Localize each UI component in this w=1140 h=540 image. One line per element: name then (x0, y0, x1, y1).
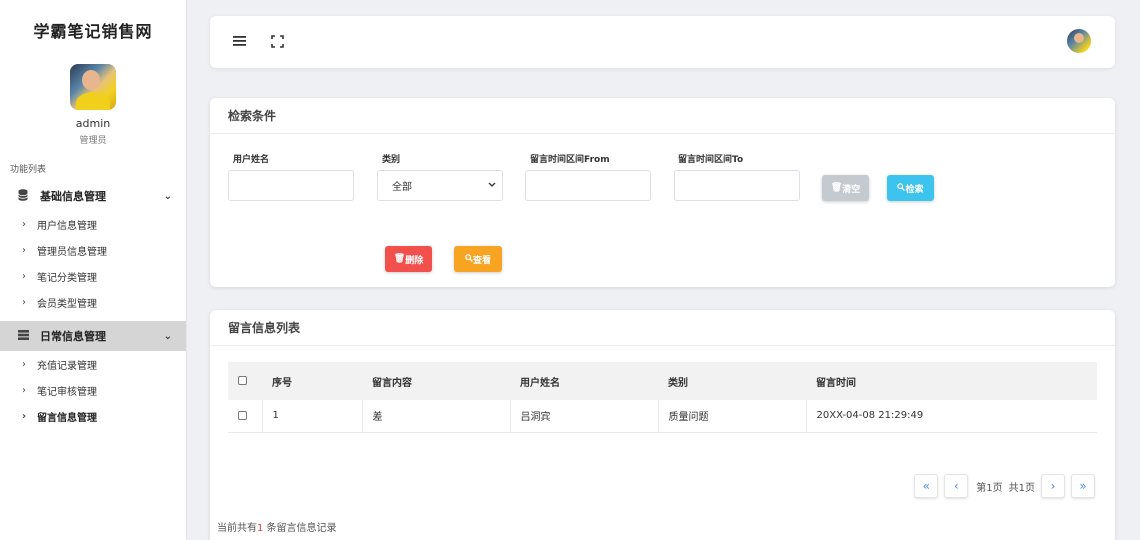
list-panel-title: 留言信息列表 (210, 310, 1115, 346)
chevron-down-icon: ⌄ (163, 330, 172, 342)
chevron-right-icon: › (22, 218, 26, 230)
row-select-cell (228, 400, 263, 433)
chevron-right-icon: › (22, 410, 27, 422)
time-from-label: 留言时间区间From (530, 155, 610, 165)
row-checkbox[interactable] (238, 410, 247, 420)
pagination: « ‹ 第1页 共1页 › » (908, 474, 1095, 498)
search-panel: 检索条件 用户姓名 类别 全部 留言时间区间From 留言时间区间To 🗑 清空 … (210, 98, 1115, 287)
menu-caption: 功能列表 (10, 165, 47, 175)
menu-group-daily[interactable]: 日常信息管理 ⌄ (0, 321, 186, 351)
cell-category: 质量问题 (658, 400, 807, 433)
column-header: 类别 (658, 362, 806, 400)
chevron-right-icon: › (22, 384, 26, 396)
column-header: 序号 (262, 362, 362, 400)
chevron-down-icon (488, 180, 496, 191)
prev-page-icon[interactable]: ‹ (944, 474, 969, 498)
last-page-icon[interactable]: » (1071, 474, 1095, 498)
chevron-right-icon: › (22, 296, 26, 308)
select-all-cell (228, 362, 262, 400)
sidebar-item-recharge[interactable]: › 充值记录管理 (0, 351, 186, 377)
sidebar-item-member-type[interactable]: › 会员类型管理 (0, 289, 186, 315)
chevron-right-icon: › (22, 358, 26, 370)
menu-group-basic[interactable]: 基础信息管理 ⌄ (0, 181, 186, 211)
category-label: 类别 (382, 155, 401, 165)
menu-group-label: 基础信息管理 (40, 190, 106, 203)
user-role: 管理员 (79, 136, 107, 146)
sidebar-item-note-category[interactable]: › 笔记分类管理 (0, 263, 186, 289)
fullscreen-icon[interactable] (271, 35, 284, 51)
message-list-panel: 留言信息列表 序号 留言内容 用户姓名 类别 留言时间 1 差 吕洞宾 质量问题… (210, 310, 1115, 540)
cell-content: 差 (362, 400, 511, 433)
brand-title: 学霸笔记销售网 (33, 22, 153, 41)
avatar[interactable] (70, 64, 116, 110)
first-page-icon[interactable]: « (914, 474, 939, 498)
cell-time: 20XX-04-08 21:29:49 (806, 400, 1097, 433)
clear-button[interactable]: 🗑 清空 (822, 175, 869, 201)
column-header: 用户姓名 (510, 362, 658, 400)
select-all-checkbox[interactable] (238, 376, 247, 385)
sidebar: 学霸笔记销售网 admin 管理员 功能列表 基础信息管理 ⌄ › 用户信息管理 … (0, 0, 187, 540)
chevron-right-icon: › (22, 270, 26, 282)
avatar[interactable] (1067, 29, 1091, 53)
view-button[interactable]: 查看 (454, 246, 502, 272)
column-header: 留言内容 (362, 362, 510, 400)
search-icon (897, 182, 906, 194)
sidebar-item-admin-info[interactable]: › 管理员信息管理 (0, 237, 186, 263)
cell-id: 1 (262, 400, 363, 433)
total-pages-text: 共1页 (1008, 482, 1035, 494)
column-header: 留言时间 (806, 362, 1097, 400)
search-icon (465, 253, 473, 265)
message-table: 序号 留言内容 用户姓名 类别 留言时间 1 差 吕洞宾 质量问题 20XX-0… (228, 362, 1097, 433)
topbar (210, 16, 1115, 68)
chevron-down-icon: ⌄ (163, 190, 172, 202)
next-page-icon[interactable]: › (1041, 474, 1065, 498)
trash-icon: 🗑 (830, 183, 843, 193)
time-to-label: 留言时间区间To (678, 155, 744, 165)
server-icon (18, 329, 30, 343)
sidebar-item-user-info[interactable]: › 用户信息管理 (0, 211, 186, 237)
user-name: admin (75, 117, 111, 130)
current-page-text: 第1页 (976, 482, 1003, 494)
search-panel-title: 检索条件 (210, 98, 1115, 134)
sidebar-item-messages[interactable]: › 留言信息管理 (0, 403, 186, 429)
chevron-right-icon: › (22, 244, 26, 256)
trash-icon: 🗑 (393, 254, 406, 264)
search-button[interactable]: 检索 (887, 175, 934, 201)
time-from-input[interactable] (525, 170, 651, 201)
delete-button[interactable]: 🗑 删除 (385, 246, 432, 272)
cell-user: 吕洞宾 (510, 400, 659, 433)
menu-toggle-icon[interactable] (233, 35, 247, 50)
record-count: 当前共有1 条留言信息记录 (217, 523, 337, 534)
database-icon (18, 188, 30, 204)
category-select-value: 全部 (392, 182, 412, 193)
table-row[interactable]: 1 差 吕洞宾 质量问题 20XX-04-08 21:29:49 (228, 400, 1097, 433)
sidebar-item-note-review[interactable]: › 笔记审核管理 (0, 377, 186, 403)
time-to-input[interactable] (674, 170, 800, 201)
username-input[interactable] (228, 170, 354, 201)
menu-group-label: 日常信息管理 (40, 330, 106, 343)
category-select[interactable]: 全部 (377, 170, 503, 201)
username-label: 用户姓名 (233, 155, 270, 165)
table-header-row: 序号 留言内容 用户姓名 类别 留言时间 (228, 362, 1097, 400)
